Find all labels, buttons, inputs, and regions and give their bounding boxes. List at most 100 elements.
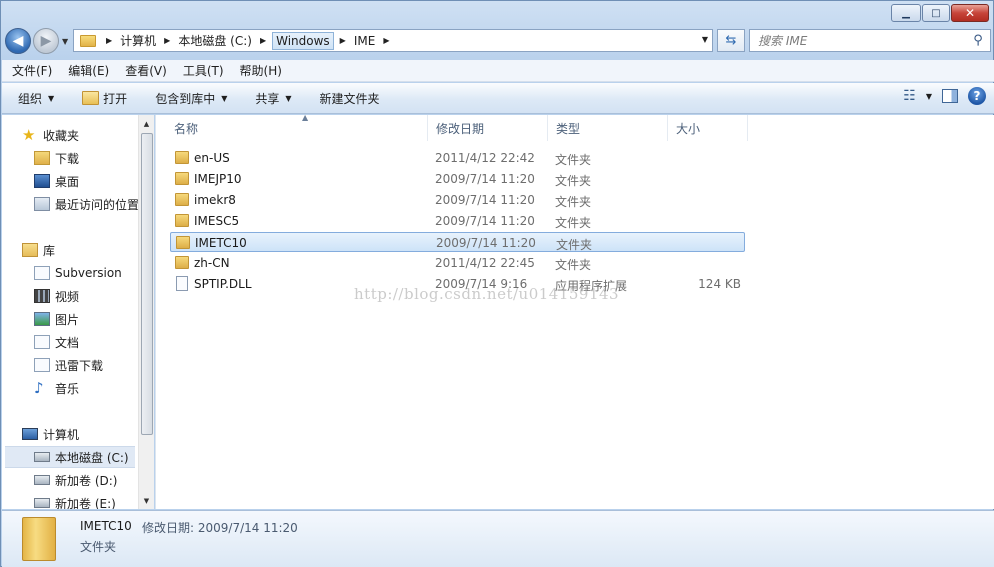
- nav-downloads[interactable]: 下载: [34, 147, 79, 169]
- file-type: 文件夹: [555, 195, 592, 209]
- navigation-row: ◀ ▶ ▼ ▶ 计算机 ▶ 本地磁盘 (C:) ▶ Windows ▶ IME …: [5, 27, 991, 55]
- file-date: 2011/4/12 22:45: [435, 256, 535, 270]
- folder-icon: [176, 236, 190, 249]
- nav-drive-e[interactable]: 新加卷 (E:): [34, 492, 116, 509]
- nav-drive-c[interactable]: 本地磁盘 (C:): [5, 446, 135, 468]
- search-input[interactable]: [750, 30, 966, 51]
- nav-music[interactable]: ♪ 音乐: [34, 377, 79, 399]
- folder-icon: [175, 151, 189, 164]
- file-name: en-US: [194, 151, 230, 165]
- nav-subversion-label: Subversion: [55, 266, 122, 280]
- chevron-right-icon[interactable]: ▶: [260, 36, 266, 45]
- menu-file[interactable]: 文件(F): [2, 62, 58, 79]
- new-folder-button[interactable]: 新建文件夹: [304, 90, 392, 107]
- back-button[interactable]: ◀: [5, 28, 31, 54]
- nav-documents-label: 文档: [55, 335, 80, 350]
- navigation-scrollbar[interactable]: ▲ ▼: [138, 115, 154, 509]
- menu-bar: 文件(F) 编辑(E) 查看(V) 工具(T) 帮助(H): [2, 60, 994, 82]
- close-button[interactable]: ✕: [951, 4, 989, 22]
- chevron-right-icon[interactable]: ▶: [383, 36, 389, 45]
- maximize-button[interactable]: □: [922, 4, 950, 22]
- nav-xunlei-downloads[interactable]: 迅雷下载: [34, 354, 103, 376]
- drive-icon: [34, 498, 50, 508]
- nav-drive-d[interactable]: 新加卷 (D:): [34, 469, 117, 491]
- share-button[interactable]: 共享 ▼: [239, 90, 303, 107]
- document-icon: [34, 335, 50, 349]
- column-header-name[interactable]: 名称 ▲: [166, 113, 428, 141]
- file-date: 2009/7/14 11:20: [435, 172, 535, 186]
- scrollbar-thumb[interactable]: [141, 133, 153, 435]
- dll-file-icon: [176, 276, 188, 291]
- chevron-right-icon[interactable]: ▶: [106, 36, 112, 45]
- table-row[interactable]: IMEJP10 2009/7/14 11:20 文件夹: [170, 169, 745, 189]
- column-header-date[interactable]: 修改日期: [428, 115, 548, 141]
- recent-pages-dropdown[interactable]: ▼: [62, 37, 68, 46]
- caption-buttons: ▁ □ ✕: [891, 4, 989, 22]
- file-name: SPTIP.DLL: [194, 277, 252, 291]
- file-name: zh-CN: [194, 256, 230, 270]
- breadcrumb-ime[interactable]: IME: [352, 34, 377, 48]
- nav-pictures[interactable]: 图片: [34, 308, 79, 330]
- share-label: 共享: [255, 91, 280, 106]
- watermark-text: http://blog.csdn.net/u014159143: [354, 285, 620, 303]
- menu-tools[interactable]: 工具(T): [173, 62, 230, 79]
- file-type: 文件夹: [555, 153, 592, 167]
- nav-desktop-label: 桌面: [55, 174, 80, 189]
- scroll-up-icon[interactable]: ▲: [139, 117, 154, 132]
- breadcrumb-computer[interactable]: 计算机: [118, 32, 158, 49]
- forward-button[interactable]: ▶: [33, 28, 59, 54]
- nav-music-label: 音乐: [55, 381, 80, 396]
- nav-favorites[interactable]: ★ 收藏夹: [22, 124, 79, 146]
- column-name-label: 名称: [174, 121, 199, 136]
- address-dropdown-icon[interactable]: ▼: [702, 35, 708, 44]
- folder-icon: [80, 34, 96, 47]
- refresh-button[interactable]: ⇆: [717, 29, 745, 52]
- explorer-window: ▁ □ ✕ ◀ ▶ ▼ ▶ 计算机 ▶ 本地磁盘 (C:) ▶ Windows …: [0, 0, 994, 567]
- menu-edit[interactable]: 编辑(E): [58, 62, 115, 79]
- search-box[interactable]: ⚲: [749, 29, 991, 52]
- scroll-down-icon[interactable]: ▼: [139, 494, 154, 509]
- preview-pane-icon[interactable]: [942, 89, 958, 103]
- refresh-icon: ⇆: [725, 33, 737, 48]
- include-in-library-button[interactable]: 包含到库中 ▼: [139, 90, 239, 107]
- folder-icon: [175, 193, 189, 206]
- minimize-button[interactable]: ▁: [891, 4, 921, 22]
- nav-libraries[interactable]: 库: [22, 239, 55, 261]
- column-header-type[interactable]: 类型: [548, 115, 668, 141]
- file-name: IMESC5: [194, 214, 240, 228]
- search-icon[interactable]: ⚲: [966, 33, 990, 48]
- file-list: 名称 ▲ 修改日期 类型 大小 en-US 2011/4/12 22:42 文件夹 I…: [155, 113, 994, 509]
- nav-computer[interactable]: 计算机: [22, 423, 79, 445]
- menu-view[interactable]: 查看(V): [115, 62, 173, 79]
- view-options-icon[interactable]: ☷: [903, 88, 916, 104]
- video-film-icon: [34, 289, 50, 303]
- chevron-right-icon[interactable]: ▶: [340, 36, 346, 45]
- folder-icon: [175, 214, 189, 227]
- open-button[interactable]: 打开: [66, 90, 139, 107]
- help-icon[interactable]: ?: [968, 87, 986, 105]
- nav-desktop[interactable]: 桌面: [34, 170, 79, 192]
- nav-documents[interactable]: 文档: [34, 331, 79, 353]
- table-row[interactable]: zh-CN 2011/4/12 22:45 文件夹: [170, 253, 745, 273]
- table-row[interactable]: imekr8 2009/7/14 11:20 文件夹: [170, 190, 745, 210]
- nav-videos[interactable]: 视频: [34, 285, 79, 307]
- file-name: IMEJP10: [194, 172, 242, 186]
- breadcrumb-drive-c[interactable]: 本地磁盘 (C:): [176, 32, 254, 49]
- chevron-right-icon[interactable]: ▶: [164, 36, 170, 45]
- nav-recent-places[interactable]: 最近访问的位置: [34, 193, 138, 215]
- file-name: IMETC10: [195, 236, 247, 250]
- column-size-label: 大小: [676, 121, 701, 136]
- details-modified-date: 修改日期: 2009/7/14 11:20: [142, 521, 298, 535]
- table-row[interactable]: IMETC10 2009/7/14 11:20 文件夹: [170, 232, 745, 252]
- address-bar[interactable]: ▶ 计算机 ▶ 本地磁盘 (C:) ▶ Windows ▶ IME ▶ ▼: [73, 29, 713, 52]
- table-row[interactable]: en-US 2011/4/12 22:42 文件夹: [170, 148, 745, 168]
- menu-help[interactable]: 帮助(H): [230, 62, 288, 79]
- chevron-down-icon[interactable]: ▼: [926, 92, 932, 101]
- column-header-size[interactable]: 大小: [668, 115, 748, 141]
- nav-subversion[interactable]: Subversion: [34, 262, 122, 284]
- table-row[interactable]: IMESC5 2009/7/14 11:20 文件夹: [170, 211, 745, 231]
- computer-icon: [22, 428, 38, 440]
- breadcrumb-windows[interactable]: Windows: [272, 31, 334, 50]
- organize-button[interactable]: 组织 ▼: [2, 90, 66, 107]
- file-type: 文件夹: [555, 174, 592, 188]
